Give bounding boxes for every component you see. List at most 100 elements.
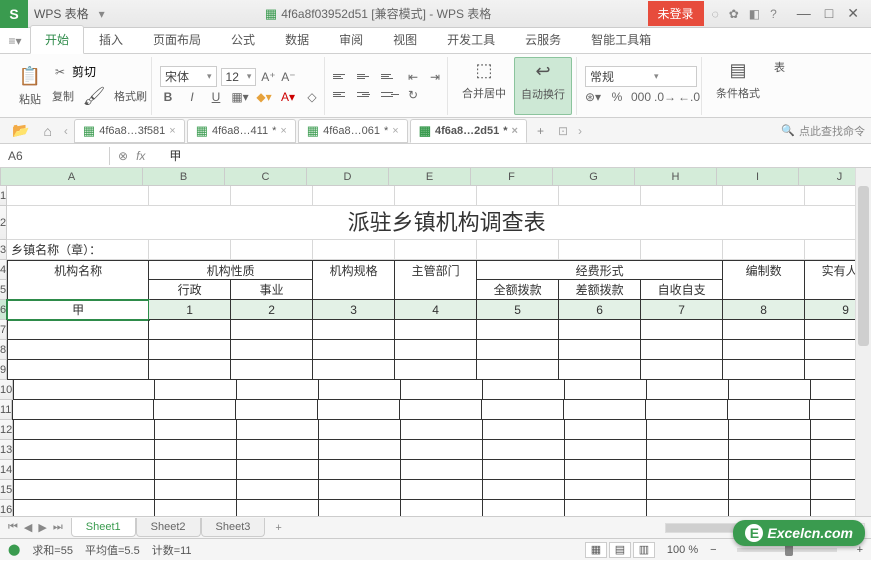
active-cell[interactable]: 甲 [7, 300, 149, 320]
underline-button[interactable]: U [208, 89, 224, 105]
conditional-format-button[interactable]: ▤ 条件格式 [710, 57, 766, 115]
menu-tab-start[interactable]: 开始 [30, 25, 84, 54]
clear-format-button[interactable]: ◇ [304, 89, 320, 105]
add-doctab-button[interactable]: + [529, 124, 552, 138]
font-color-button[interactable]: A▾ [280, 89, 296, 105]
doctab-3[interactable]: ▦4f6a8…2d51 *× [410, 119, 527, 143]
font-name-selector[interactable]: 宋体▾ [160, 66, 217, 87]
close-icon[interactable]: × [169, 125, 175, 137]
subheader-full-fund[interactable]: 全额拨款 [477, 280, 559, 300]
comma-button[interactable]: 000 [633, 89, 649, 105]
row-header[interactable]: 9 [0, 360, 7, 380]
align-bottom-button[interactable] [381, 70, 399, 84]
minimize-button[interactable]: — [797, 5, 811, 22]
align-right-button[interactable] [381, 88, 399, 102]
fill-color-button[interactable]: ◆▾ [256, 89, 272, 105]
sheet-tab-0[interactable]: Sheet1 [71, 518, 136, 537]
copy-button[interactable]: 复制 [52, 88, 74, 104]
row-header[interactable]: 2 [0, 206, 7, 240]
row-header[interactable]: 10 [0, 380, 13, 400]
header-funding[interactable]: 经费形式 [477, 260, 723, 280]
page-layout-button[interactable]: ▤ [609, 542, 631, 558]
table-title-cell[interactable]: 派驻乡镇机构调查表 [7, 206, 855, 240]
italic-button[interactable]: I [184, 89, 200, 105]
zoom-in-button[interactable]: + [857, 544, 863, 556]
doctab-next[interactable]: › [574, 124, 586, 138]
row-header[interactable]: 13 [0, 440, 13, 460]
menu-tab-cloud[interactable]: 云服务 [510, 25, 576, 53]
subheader-biz[interactable]: 事业 [231, 280, 313, 300]
cell[interactable]: 3 [313, 300, 395, 320]
vertical-scrollbar[interactable] [855, 168, 871, 516]
align-left-button[interactable] [333, 88, 351, 102]
menu-tab-developer[interactable]: 开发工具 [432, 25, 510, 53]
row-header[interactable]: 4 [0, 260, 7, 280]
increase-decimal-button[interactable]: .0→ [657, 89, 673, 105]
percent-button[interactable]: % [609, 89, 625, 105]
first-sheet-button[interactable]: ⏮ [8, 521, 18, 534]
cell[interactable]: 5 [477, 300, 559, 320]
cell[interactable]: 9 [805, 300, 855, 320]
align-center-button[interactable] [357, 88, 375, 102]
col-header-A[interactable]: A [1, 168, 143, 185]
file-menu-button[interactable]: ≡▾ [0, 29, 30, 53]
skin-icon[interactable]: ◧ [749, 7, 760, 21]
indent-decrease-button[interactable]: ⇤ [405, 69, 421, 85]
cell[interactable]: 8 [723, 300, 805, 320]
menu-tab-review[interactable]: 审阅 [324, 25, 378, 53]
menu-tab-smart[interactable]: 智能工具箱 [576, 25, 666, 53]
doctab-1[interactable]: ▦4f6a8…411 *× [187, 119, 296, 143]
col-header-E[interactable]: E [389, 168, 471, 185]
menu-tab-data[interactable]: 数据 [270, 25, 324, 53]
format-painter-button[interactable]: 🖌 [78, 84, 110, 108]
menu-tab-layout[interactable]: 页面布局 [138, 25, 216, 53]
cell-reference-box[interactable]: A6 [0, 147, 110, 165]
header-inst-name[interactable]: 机构名称 [7, 260, 149, 280]
doctab-prev[interactable]: ‹ [60, 124, 72, 138]
subheader-diff-fund[interactable]: 差额拨款 [559, 280, 641, 300]
close-icon[interactable]: × [392, 125, 398, 137]
settings-icon[interactable]: ✿ [729, 7, 739, 21]
col-header-F[interactable]: F [471, 168, 553, 185]
add-sheet-button[interactable]: + [265, 522, 291, 534]
orientation-button[interactable]: ↻ [405, 87, 421, 103]
align-middle-button[interactable] [357, 70, 375, 84]
bold-button[interactable]: B [160, 89, 176, 105]
col-header-D[interactable]: D [307, 168, 389, 185]
menu-tab-insert[interactable]: 插入 [84, 25, 138, 53]
subtitle-cell[interactable]: 乡镇名称（章）： [7, 240, 149, 260]
decrease-font-button[interactable]: A⁻ [280, 69, 296, 85]
formula-input[interactable]: 甲 [153, 147, 181, 164]
merge-center-button[interactable]: ⬚ 合并居中 [456, 57, 512, 115]
col-header-G[interactable]: G [553, 168, 635, 185]
cell[interactable]: 7 [641, 300, 723, 320]
row-header[interactable]: 16 [0, 500, 13, 516]
page-break-button[interactable]: ▥ [633, 542, 655, 558]
command-search[interactable]: 🔍点此查找命令 [781, 123, 865, 139]
subheader-self-fund[interactable]: 自收自支 [641, 280, 723, 300]
zoom-out-button[interactable]: − [710, 544, 716, 556]
header-staff-count[interactable]: 编制数 [723, 260, 805, 280]
doctab-0[interactable]: ▦4f6a8…3f581× [74, 119, 185, 143]
row-header[interactable]: 7 [0, 320, 7, 340]
row-header[interactable]: 15 [0, 480, 13, 500]
increase-font-button[interactable]: A⁺ [260, 69, 276, 85]
login-badge[interactable]: 未登录 [648, 1, 704, 26]
indent-increase-button[interactable]: ⇥ [427, 69, 443, 85]
open-folder-icon[interactable]: 📂 [6, 122, 35, 139]
close-icon[interactable]: × [512, 125, 518, 137]
sheet-tab-1[interactable]: Sheet2 [136, 518, 201, 537]
row-header[interactable]: 11 [0, 400, 12, 420]
cell[interactable] [7, 186, 149, 206]
menu-tab-formula[interactable]: 公式 [216, 25, 270, 53]
sheet-tab-2[interactable]: Sheet3 [201, 518, 266, 537]
menu-tab-view[interactable]: 视图 [378, 25, 432, 53]
auto-wrap-button[interactable]: ↩ 自动换行 [514, 57, 572, 115]
home-icon[interactable]: ⌂ [37, 123, 57, 139]
col-header-H[interactable]: H [635, 168, 717, 185]
header-supervisor[interactable]: 主管部门 [395, 260, 477, 280]
subheader-admin[interactable]: 行政 [149, 280, 231, 300]
zoom-slider[interactable] [737, 548, 837, 552]
header-actual-count[interactable]: 实有人数 [805, 260, 855, 280]
normal-view-button[interactable]: ▦ [585, 542, 607, 558]
